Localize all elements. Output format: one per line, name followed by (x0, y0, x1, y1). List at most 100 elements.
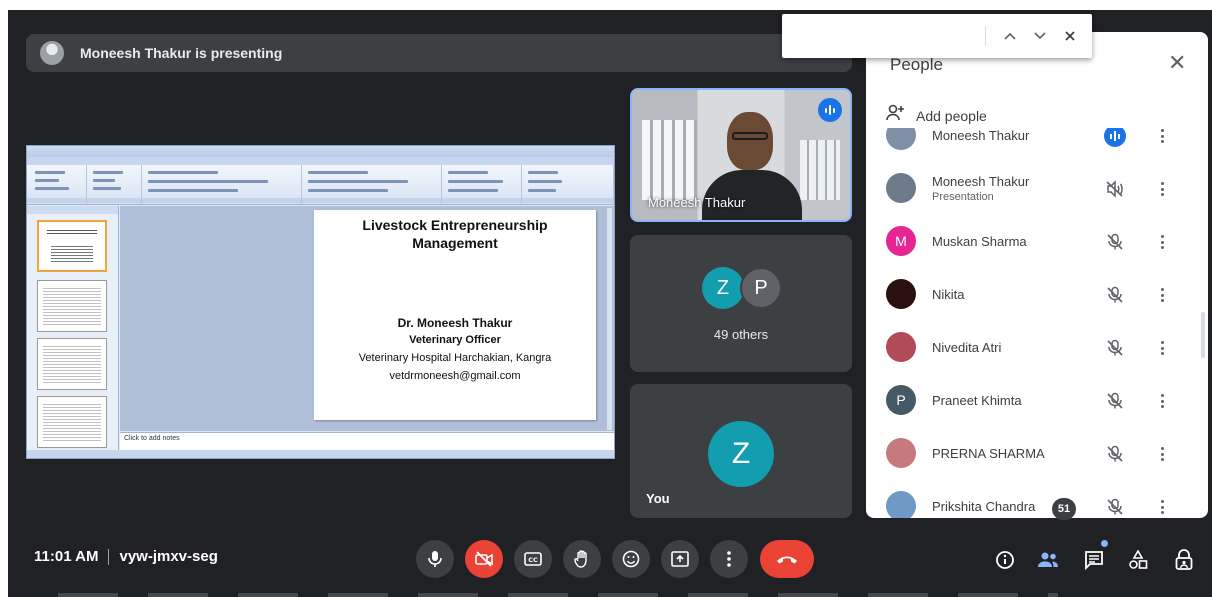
camera-off-icon (475, 551, 493, 567)
present-screen-button[interactable] (661, 540, 699, 578)
participant-subtitle: Presentation (932, 191, 994, 203)
participant-row[interactable]: M Muskan Sharma (866, 216, 1208, 269)
video-window (800, 140, 840, 200)
slide-author-role: Veterinary Officer (409, 334, 501, 346)
emoji-button[interactable] (612, 540, 650, 578)
chevron-up-icon[interactable] (998, 24, 1022, 48)
more-vert-icon[interactable] (1156, 497, 1168, 517)
meet-window: Moneesh Thakur is presenting Livestock E… (8, 10, 1212, 597)
mic-off-icon[interactable] (1104, 284, 1126, 306)
avatar (886, 128, 916, 150)
slide-thumbnail[interactable] (37, 280, 107, 332)
participant-name: Nivedita Atri (932, 340, 1002, 355)
participant-row[interactable]: P Praneet Khimta (866, 375, 1208, 428)
people-scrollbar[interactable] (1201, 312, 1205, 358)
participant-avatar-p: P (740, 267, 782, 309)
slide-author-name: Dr. Moneesh Thakur (397, 316, 513, 330)
self-avatar: Z (708, 421, 774, 487)
more-vert-icon[interactable] (1156, 128, 1168, 146)
avatar (886, 173, 916, 203)
mic-off-icon[interactable] (1104, 337, 1126, 359)
slide-thumbnail[interactable] (37, 220, 107, 272)
person-head (727, 112, 773, 170)
slide-author-email: vetdrmoneesh@gmail.com (389, 370, 521, 382)
participant-name: Muskan Sharma (932, 234, 1027, 249)
more-vert-icon[interactable] (1156, 444, 1168, 464)
participant-name: Moneesh Thakur (932, 174, 1030, 189)
participant-row[interactable]: Nikita (866, 269, 1208, 322)
participant-name: Praneet Khimta (932, 393, 1022, 408)
avatar (886, 438, 916, 468)
video-window (642, 120, 697, 200)
more-vert-icon[interactable] (1156, 179, 1168, 199)
mic-off-icon[interactable] (1104, 390, 1126, 412)
end-call-button[interactable] (760, 540, 814, 578)
add-person-icon (886, 104, 906, 127)
others-tile[interactable]: Z P 49 others (630, 235, 852, 372)
more-vert-icon[interactable] (1156, 285, 1168, 305)
people-icon (1038, 552, 1058, 567)
more-vert-icon[interactable] (1156, 232, 1168, 252)
participant-row[interactable]: Prikshita Chandra (866, 481, 1208, 518)
hand-icon (574, 550, 587, 568)
meeting-time: 11:01 AM (34, 548, 99, 565)
people-button[interactable] (1034, 546, 1062, 574)
mic-off-icon[interactable] (1104, 443, 1126, 465)
ppt-title-bar (27, 146, 614, 157)
self-tile[interactable]: Z You (630, 384, 852, 518)
participant-avatar-z: Z (702, 267, 744, 309)
avatar (886, 279, 916, 309)
camera-off-button[interactable] (465, 540, 503, 578)
slide-thumbnail[interactable] (37, 396, 107, 448)
slide-author-place: Veterinary Hospital Harchakian, Kangra (358, 352, 552, 364)
avatar: M (886, 226, 916, 256)
presenter-text: Moneesh Thakur is presenting (80, 45, 283, 61)
close-icon[interactable] (1058, 24, 1082, 48)
speaking-indicator-icon[interactable] (1104, 128, 1126, 147)
participant-row[interactable]: Moneesh Thakur Presentation (866, 163, 1208, 216)
chat-notification-dot (1101, 540, 1108, 547)
more-vert-icon[interactable] (1156, 391, 1168, 411)
chevron-down-icon[interactable] (1028, 24, 1052, 48)
host-controls-button[interactable] (1170, 546, 1198, 574)
more-vert-icon[interactable] (1156, 338, 1168, 358)
participant-row[interactable]: PRERNA SHARMA (866, 428, 1208, 481)
slide-thumbnail[interactable] (37, 338, 107, 390)
close-icon[interactable]: ✕ (1168, 52, 1186, 74)
more-options-button[interactable] (710, 540, 748, 578)
slide-title-line1: Livestock Entrepreneurship (362, 217, 548, 233)
svg-text:CC: CC (528, 556, 538, 564)
ppt-slide-canvas: Livestock Entrepreneurship Management Dr… (120, 206, 614, 431)
ppt-scrollbar[interactable] (607, 208, 612, 430)
slide-title-line2: Management (412, 235, 498, 251)
participant-row[interactable]: Nivedita Atri (866, 322, 1208, 375)
hang-up-icon (777, 556, 797, 564)
others-count: 49 others (713, 327, 769, 342)
mic-off-icon[interactable] (1104, 231, 1126, 253)
meeting-info: 11:01 AM vyw-jmxv-seg (34, 548, 218, 565)
raise-hand-button[interactable] (563, 540, 601, 578)
captions-button[interactable]: CC (514, 540, 552, 578)
info-icon (996, 551, 1014, 569)
microphone-icon (428, 551, 442, 567)
participant-name: PRERNA SHARMA (932, 446, 1045, 461)
add-people-button[interactable]: Add people (886, 104, 987, 127)
meeting-details-button[interactable] (991, 546, 1019, 574)
participant-row[interactable]: Moneesh Thakur (866, 128, 1208, 163)
chat-button[interactable] (1080, 546, 1108, 574)
participant-name: Nikita (932, 287, 965, 302)
add-people-label: Add people (916, 107, 987, 124)
ppt-notes-area[interactable]: Click to add notes (120, 432, 614, 450)
audio-muted-icon[interactable] (1104, 178, 1126, 200)
mic-off-icon[interactable] (1104, 496, 1126, 518)
activities-button[interactable] (1124, 546, 1152, 574)
presenter-video-tile[interactable]: Moneesh Thakur (630, 88, 852, 222)
avatar (886, 332, 916, 362)
ppt-slides-panel (27, 206, 119, 450)
participant-name: Prikshita Chandra (932, 499, 1036, 514)
ppt-ribbon-tabs (27, 157, 614, 165)
microphone-button[interactable] (416, 540, 454, 578)
shared-screen: Livestock Entrepreneurship Management Dr… (26, 145, 615, 459)
taskbar-strip (58, 593, 1058, 597)
ppt-status-bar (27, 450, 614, 458)
